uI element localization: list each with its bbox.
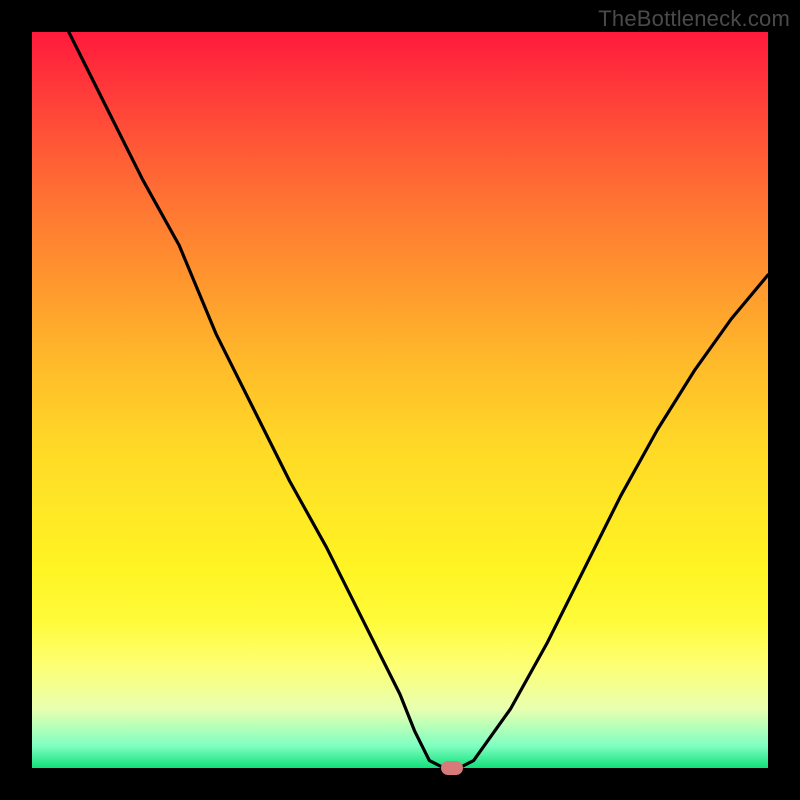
bottleneck-curve xyxy=(32,32,768,768)
optimal-point-marker xyxy=(441,761,463,775)
plot-area xyxy=(32,32,768,768)
watermark-text: TheBottleneck.com xyxy=(598,6,790,32)
chart-frame: TheBottleneck.com xyxy=(0,0,800,800)
